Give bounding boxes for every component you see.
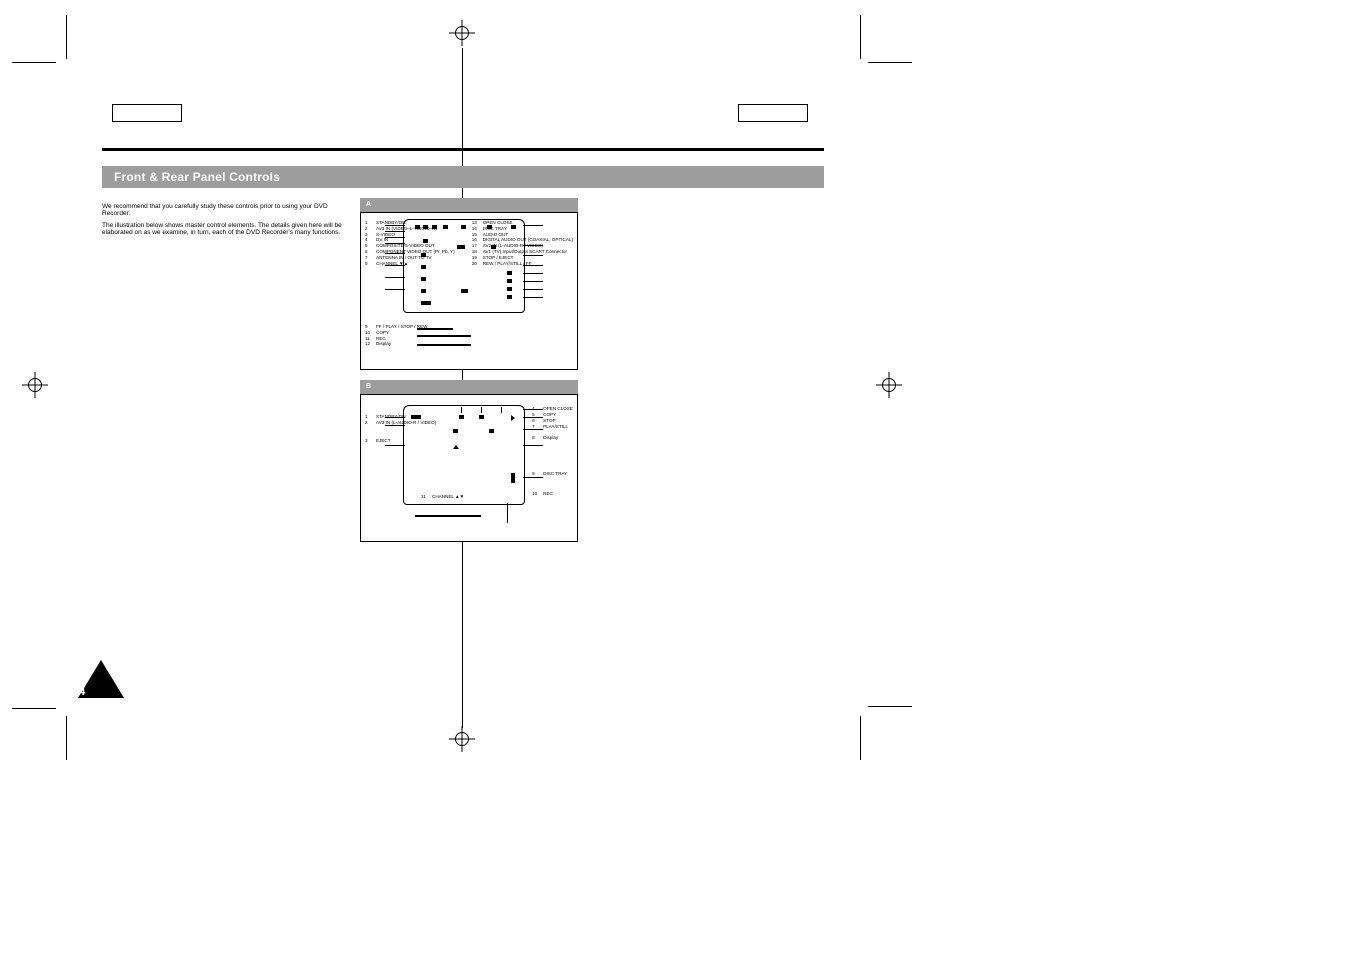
intro-para-1: We recommend that you carefully study th…	[102, 203, 350, 218]
figure-a: 1STANDBY/ON 2AV3 IN (VIDEO–L–AUDIO–R) 3S…	[360, 212, 578, 370]
figure-b: 1STANDBY/ON 2AV3 IN (L-AUDIO-R / VIDEO) …	[360, 394, 578, 542]
page-number-left: 4	[68, 678, 96, 702]
page-content: We recommend that you carefully study th…	[102, 203, 824, 245]
figure-b-label: B	[360, 380, 578, 394]
page-title: Front & Rear Panel Controls	[114, 170, 280, 184]
callout: REC	[543, 492, 553, 497]
callout: COPY	[376, 331, 389, 336]
callout: Display	[376, 342, 391, 347]
callout: PLAY/STILL	[543, 425, 568, 430]
callout: COPY	[543, 413, 556, 418]
callout: STOP / EJECT	[483, 256, 514, 261]
header-rule	[102, 148, 824, 151]
trim-box-top-right	[738, 104, 808, 122]
figure-a-label: A	[360, 198, 578, 212]
trim-box-top-left	[112, 104, 182, 122]
callout: EJECT	[376, 439, 391, 444]
page-header: Front & Rear Panel Controls	[102, 166, 824, 188]
callout: Display	[543, 436, 558, 441]
callout: ANTENNA IN / OUT TO TV	[376, 256, 432, 261]
callout: DISC TRAY	[543, 472, 567, 477]
callout: STOP	[543, 419, 555, 424]
callout: CHANNEL ▲▼	[432, 495, 464, 500]
intro-para-2: The illustration below shows master cont…	[102, 222, 350, 237]
